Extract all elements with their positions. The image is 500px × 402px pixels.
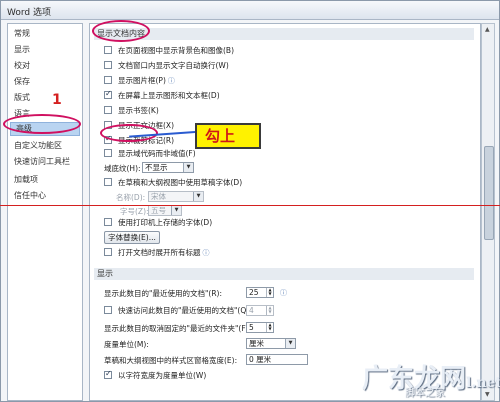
spinner-arrows-icon[interactable]: ▲ ▼ bbox=[266, 323, 273, 332]
checkbox[interactable] bbox=[104, 46, 112, 54]
sidebar-item-quick-access-toolbar[interactable]: 快速访问工具栏 bbox=[14, 156, 70, 167]
red-divider-line bbox=[0, 205, 500, 206]
unpinned-folders-label: 显示此数目的取消固定的"最近的文件夹"(F): bbox=[104, 324, 252, 333]
sidebar-item-customize-ribbon[interactable]: 自定义功能区 bbox=[14, 140, 62, 151]
checkbox[interactable] bbox=[104, 218, 112, 226]
option-bg-color[interactable]: 在页面视图中显示背景色和图像(B) bbox=[104, 45, 234, 56]
sidebar-item-general[interactable]: 常规 bbox=[14, 28, 30, 39]
style-area-input[interactable]: 0 厘米 bbox=[246, 354, 308, 365]
quick-access-spinner[interactable]: 4 ▲ ▼ bbox=[246, 305, 274, 316]
watermark-sub: 脚本之家 bbox=[405, 388, 445, 399]
style-area-label: 草稿和大纲视图中的样式区窗格宽度(E): bbox=[104, 356, 238, 365]
option-bookmarks[interactable]: 显示书签(K) bbox=[104, 105, 159, 116]
dropdown-arrow-icon: ▼ bbox=[183, 163, 193, 172]
window-title: Word 选项 bbox=[7, 8, 51, 18]
units-label: 度量单位(M): bbox=[104, 340, 149, 349]
options-content: 显示文档内容 在页面视图中显示背景色和图像(B) 文档窗口内显示文字自动换行(W… bbox=[89, 23, 481, 401]
section-heading-doc-content: 显示文档内容 bbox=[94, 28, 474, 40]
word-options-window: Word 选项 常规 显示 校对 保存 版式 语言 高级 自定义功能区 快速访问… bbox=[0, 0, 500, 402]
sidebar-item-layout[interactable]: 版式 bbox=[14, 92, 30, 103]
vertical-scrollbar[interactable]: ▲ ▼ bbox=[481, 23, 495, 401]
checkbox[interactable] bbox=[104, 76, 112, 84]
units-select[interactable]: 厘米 ▼ bbox=[246, 338, 296, 349]
font-substitution-button[interactable]: 字体替换(E)... bbox=[104, 231, 160, 244]
recent-docs-spinner[interactable]: 25 ▲ ▼ bbox=[246, 287, 274, 298]
checkbox[interactable] bbox=[104, 248, 112, 256]
checkbox[interactable] bbox=[104, 178, 112, 186]
dropdown-arrow-icon: ▼ bbox=[171, 206, 181, 215]
info-icon: ⓘ bbox=[280, 289, 287, 297]
checkbox[interactable] bbox=[104, 61, 112, 69]
sidebar-item-proofing[interactable]: 校对 bbox=[14, 60, 30, 71]
spinner-arrows-icon[interactable]: ▲ ▼ bbox=[266, 306, 273, 315]
dropdown-arrow-icon: ▼ bbox=[285, 339, 295, 348]
option-text-wrap[interactable]: 文档窗口内显示文字自动换行(W) bbox=[104, 60, 229, 71]
checkbox-checked[interactable] bbox=[104, 88, 112, 99]
font-size-select[interactable]: 五号 ▼ bbox=[148, 205, 182, 216]
step-number-mark: 1 bbox=[52, 92, 62, 108]
scroll-up-icon[interactable]: ▲ bbox=[485, 26, 490, 33]
option-drawings-textboxes[interactable]: 在屏幕上显示图形和文本框(D) bbox=[104, 88, 220, 101]
option-expand-headings[interactable]: 打开文档时展开所有标题 ⓘ bbox=[104, 247, 210, 258]
font-name-select[interactable]: 宋体 ▼ bbox=[148, 191, 204, 202]
font-size-label: 字号(Z): bbox=[120, 207, 149, 216]
font-name-label: 名称(D): bbox=[116, 193, 146, 202]
sidebar-item-display[interactable]: 显示 bbox=[14, 44, 30, 55]
checkbox[interactable] bbox=[104, 106, 112, 114]
option-printer-fonts[interactable]: 使用打印机上存储的字体(D) bbox=[104, 217, 212, 228]
spinner-arrows-icon[interactable]: ▲ ▼ bbox=[266, 288, 273, 297]
checkbox[interactable] bbox=[104, 306, 112, 314]
heading-highlight-ellipse bbox=[92, 20, 150, 42]
info-icon: ⓘ bbox=[167, 77, 175, 85]
sidebar-item-trust-center[interactable]: 信任中心 bbox=[14, 190, 46, 201]
option-quick-access[interactable]: 快速访问此数目的"最近使用的文档"(Q): bbox=[104, 305, 252, 316]
scrollbar-thumb[interactable] bbox=[484, 146, 494, 240]
unpinned-folders-spinner[interactable]: 5 ▲ ▼ bbox=[246, 322, 274, 333]
sidebar-item-save[interactable]: 保存 bbox=[14, 76, 30, 87]
sidebar: 常规 显示 校对 保存 版式 语言 高级 自定义功能区 快速访问工具栏 加载项 … bbox=[7, 23, 83, 401]
crop-marks-highlight-ellipse bbox=[100, 124, 158, 142]
dropdown-arrow-icon: ▼ bbox=[193, 192, 203, 201]
checkbox-checked[interactable] bbox=[104, 368, 112, 379]
callout-label: 勾上 bbox=[195, 123, 261, 149]
info-icon: ⓘ bbox=[202, 249, 210, 257]
checkbox[interactable] bbox=[104, 149, 112, 157]
field-shading-label: 域底纹(H): bbox=[104, 164, 141, 173]
recent-docs-label: 显示此数目的"最近使用的文档"(R): bbox=[104, 289, 222, 298]
option-draft-font[interactable]: 在草稿和大纲视图中使用草稿字体(D) bbox=[104, 177, 242, 188]
field-shading-select[interactable]: 不显示 ▼ bbox=[142, 162, 194, 173]
section-heading-display: 显示 bbox=[94, 268, 474, 280]
title-bar: Word 选项 bbox=[1, 1, 499, 20]
option-field-codes[interactable]: 显示域代码而非域值(F) bbox=[104, 148, 196, 159]
option-picture-placeholders[interactable]: 显示图片框(P) ⓘ bbox=[104, 75, 175, 86]
option-char-width[interactable]: 以字符宽度为度量单位(W) bbox=[104, 368, 206, 381]
advanced-highlight-ellipse bbox=[3, 114, 81, 134]
sidebar-item-add-ins[interactable]: 加载项 bbox=[14, 174, 38, 185]
